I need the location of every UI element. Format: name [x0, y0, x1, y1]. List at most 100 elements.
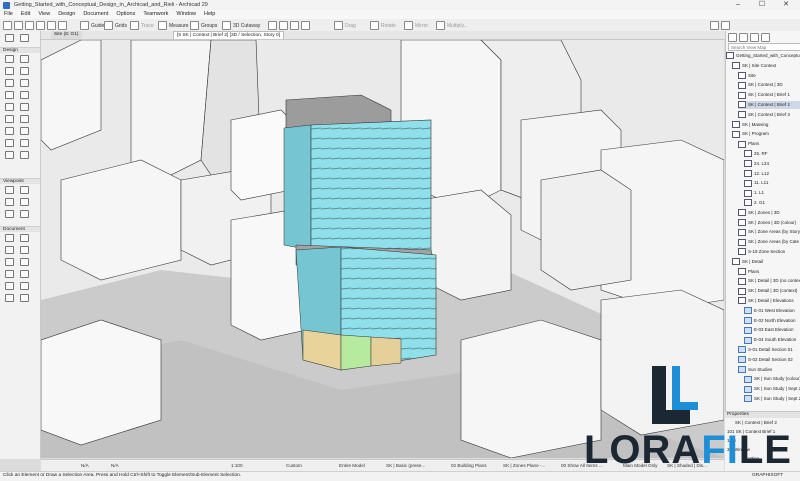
view-map-item[interactable]: S-02 Detail Section 02: [738, 356, 800, 364]
menu-document[interactable]: Document: [79, 10, 112, 19]
close-button[interactable]: ✕: [774, 0, 798, 10]
view-map-item[interactable]: 12. L12: [744, 169, 800, 178]
window-tool-icon[interactable]: [20, 79, 29, 87]
tab-site[interactable]: Site (6: G1): [51, 31, 82, 39]
arrow-tool-icon[interactable]: [5, 34, 14, 42]
label-tool-icon[interactable]: [20, 246, 29, 254]
zoom-dropdown[interactable]: Custom: [286, 462, 302, 470]
railing-tool-icon[interactable]: [20, 91, 29, 99]
column-tool-icon[interactable]: [5, 67, 14, 75]
cutaway-button[interactable]: 3D Cutaway: [222, 21, 260, 30]
graphic-override-dropdown[interactable]: SK | Basic (prese...: [386, 462, 425, 470]
interior-elevation-tool-icon[interactable]: [5, 198, 14, 206]
view-map-item[interactable]: SK | Massing: [732, 120, 800, 129]
spline-tool-icon[interactable]: [20, 294, 29, 302]
morph-tool-icon[interactable]: [5, 139, 14, 147]
section-tool-icon[interactable]: [5, 186, 14, 194]
3d-model-view[interactable]: [41, 40, 724, 458]
groups-button[interactable]: Groups: [190, 21, 217, 30]
mirror-button[interactable]: Mirror: [404, 21, 428, 30]
edit-tools-group[interactable]: [268, 21, 312, 30]
view-map-item[interactable]: 1. L1: [744, 189, 800, 197]
fill-tool-icon[interactable]: [5, 258, 14, 266]
view-map-item[interactable]: Sun Studies: [738, 365, 800, 374]
view-map-item[interactable]: E-01 West Elevation: [744, 307, 800, 315]
figure-tool-icon[interactable]: [20, 282, 29, 290]
undo-nav-na[interactable]: N/A: [81, 462, 89, 470]
curtain-wall-tool-icon[interactable]: [20, 55, 29, 63]
menu-teamwork[interactable]: Teamwork: [139, 10, 172, 19]
view-map-item[interactable]: SK | Program: [732, 130, 800, 138]
skylight-tool-icon[interactable]: [5, 115, 14, 123]
menu-view[interactable]: View: [34, 10, 54, 19]
change-tool-icon[interactable]: [20, 210, 29, 218]
detail-tool-icon[interactable]: [5, 210, 14, 218]
mesh-tool-icon[interactable]: [5, 127, 14, 135]
hotspot-tool-icon[interactable]: [5, 294, 14, 302]
file-tools-group[interactable]: [3, 21, 69, 30]
view-map-item[interactable]: SK | Site Context: [732, 62, 800, 70]
view-map-item[interactable]: SK | Detail | Elevations: [738, 297, 800, 305]
door-tool-icon[interactable]: [5, 79, 14, 87]
view-map-item[interactable]: Plans: [738, 267, 800, 276]
project-map-icon[interactable]: [728, 33, 737, 42]
toolbox-document-header[interactable]: Document: [0, 226, 40, 232]
view-map-item[interactable]: E-04 South Elevation: [744, 336, 800, 344]
3d-viewport[interactable]: [41, 40, 724, 458]
tab-3d-active[interactable]: [5 SK | Context | Brief 2] [3D / Selecti…: [173, 31, 285, 39]
model-filter-dropdown[interactable]: Entire Model: [339, 462, 365, 470]
minimize-button[interactable]: –: [726, 0, 750, 10]
view-map-item[interactable]: SK | Zone Areas (by Story): [738, 228, 800, 236]
guides-button[interactable]: Guides: [80, 21, 107, 30]
view-map-item[interactable]: 11. L11: [744, 179, 800, 187]
level-dimension-tool-icon[interactable]: [20, 234, 29, 242]
arc-tool-icon[interactable]: [5, 270, 14, 278]
stair-tool-icon[interactable]: [5, 91, 14, 99]
view-map-search-input[interactable]: [728, 43, 800, 51]
right-toolbar-group[interactable]: [710, 21, 732, 30]
zone-tool-icon[interactable]: [20, 127, 29, 135]
shell-tool-icon[interactable]: [20, 103, 29, 111]
maximize-button[interactable]: ☐: [750, 0, 774, 10]
grids-button[interactable]: Grids: [104, 21, 127, 30]
layout-book-icon[interactable]: [750, 33, 759, 42]
measure-button[interactable]: Measure: [158, 21, 188, 30]
polyline-tool-icon[interactable]: [20, 270, 29, 278]
view-map-item[interactable]: 2. G1: [744, 199, 800, 207]
object-tool-icon[interactable]: [20, 139, 29, 147]
properties-header[interactable]: Properties: [725, 412, 800, 418]
wall-tool-icon[interactable]: [5, 55, 14, 63]
zones-dropdown[interactable]: SK | Zones Plane -...: [503, 462, 545, 470]
view-map-item[interactable]: SK | Detail | 3D (no contex: [738, 277, 800, 285]
text-tool-icon[interactable]: [5, 246, 14, 254]
line-tool-icon[interactable]: [20, 258, 29, 266]
view-map-item[interactable]: SK | Detail: [732, 258, 800, 266]
marquee-tool-icon[interactable]: [20, 34, 29, 42]
view-map-item[interactable]: SK | Context | Brief 1: [738, 91, 800, 99]
view-map-item[interactable]: SK | Sun Study | Sept 2: [744, 385, 800, 393]
view-map-item[interactable]: SK | Context | Brief 3: [738, 111, 800, 119]
view-map-icon[interactable]: [739, 33, 748, 42]
publisher-icon[interactable]: [761, 33, 770, 42]
view-map-item[interactable]: SK | Sun Study (colour): [744, 375, 800, 383]
view-map-item[interactable]: Plans: [738, 140, 800, 148]
worksheet-tool-icon[interactable]: [20, 198, 29, 206]
menu-help[interactable]: Help: [200, 10, 219, 19]
opening-tool-icon[interactable]: [20, 151, 29, 159]
view-map-item[interactable]: SK | Detail | 3D (context): [738, 287, 800, 295]
view-map-item[interactable]: S-01 Detail Section 01: [738, 346, 800, 354]
dimension-tool-icon[interactable]: [5, 234, 14, 242]
scale-dropdown[interactable]: 1:100: [231, 462, 243, 470]
view-map-item[interactable]: SK | Context | Brief 2: [738, 101, 800, 109]
view-map-item[interactable]: SK | Zone Areas (by Cate: [738, 238, 800, 246]
beam-tool-icon[interactable]: [20, 67, 29, 75]
view-map-item[interactable]: SK | Zones | 3D (colour): [738, 218, 800, 227]
slab-tool-icon[interactable]: [20, 115, 29, 123]
properties-row-1[interactable]: SK | Context | Brief 2: [735, 420, 777, 425]
menu-window[interactable]: Window: [172, 10, 200, 19]
menu-edit[interactable]: Edit: [17, 10, 34, 19]
view-map-item[interactable]: SK | Zones | 3D: [738, 209, 800, 217]
view-map-item[interactable]: Site: [738, 71, 800, 80]
drag-button[interactable]: Drag: [334, 21, 356, 30]
roof-tool-icon[interactable]: [5, 103, 14, 111]
